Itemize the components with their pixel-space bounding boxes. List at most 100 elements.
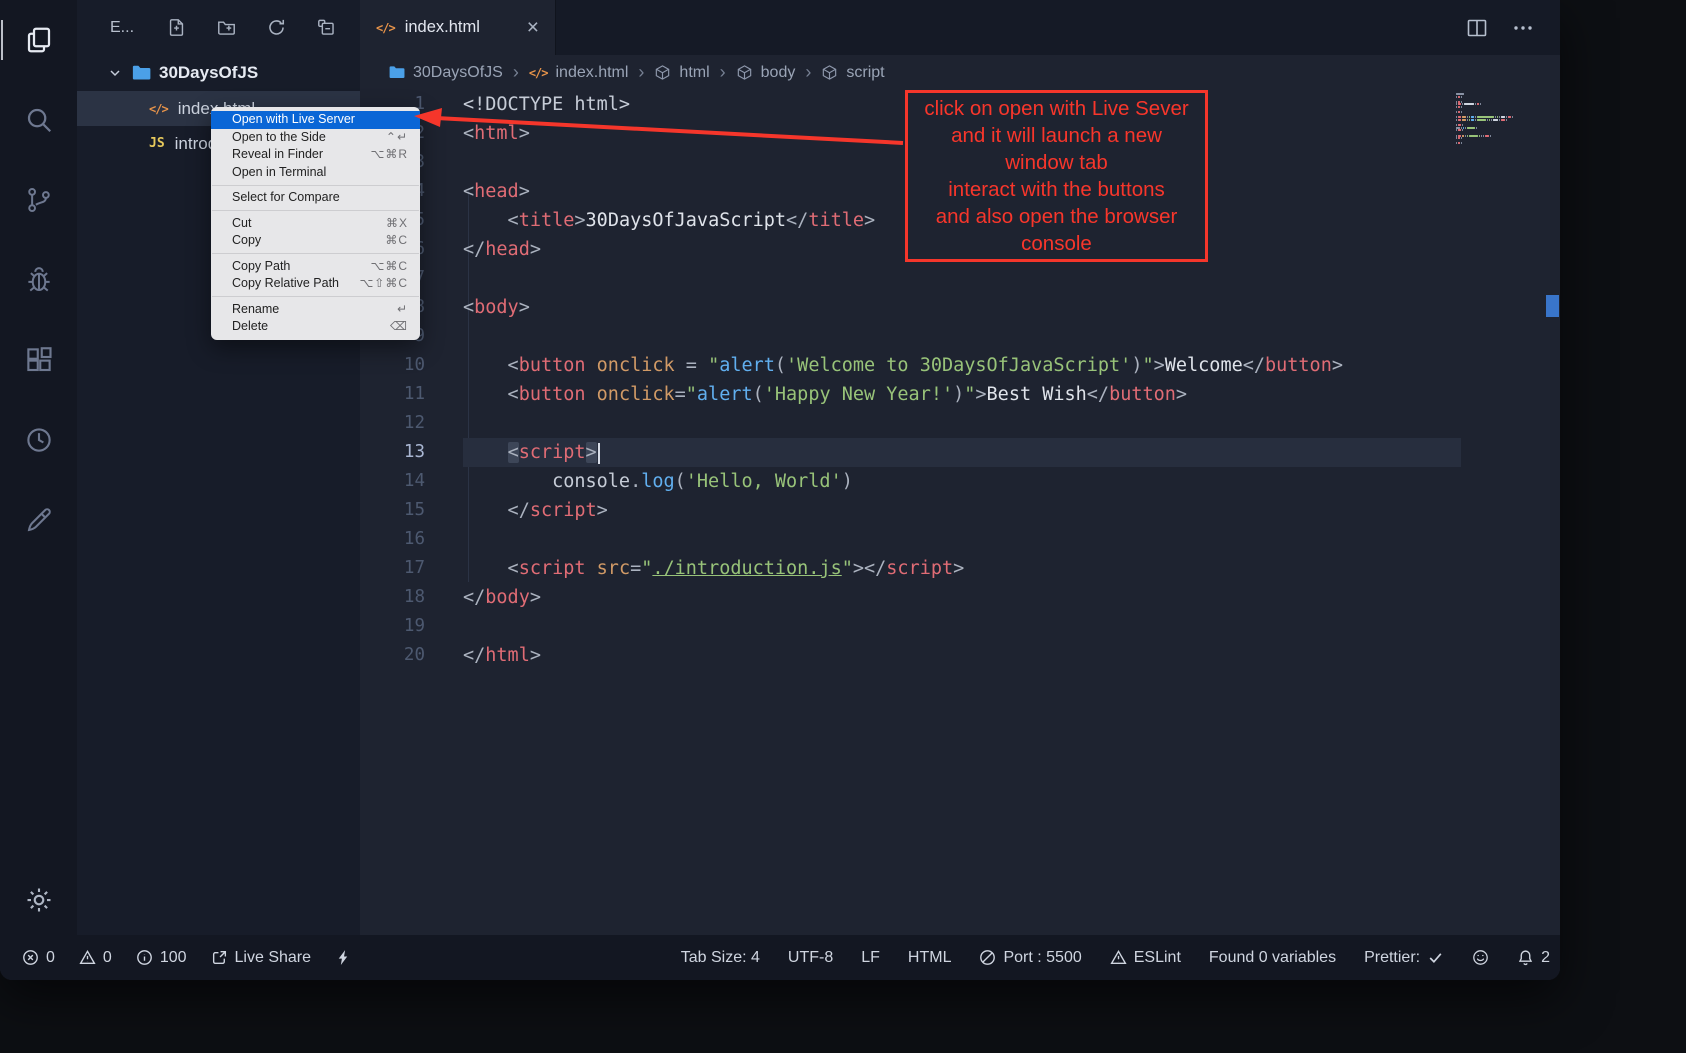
code-line[interactable]: 10 <button onclick = "alert('Welcome to … [360,351,1560,380]
code-line[interactable]: 12 [360,409,1560,438]
html-file-icon: </> [529,66,548,80]
menu-item-shortcut: ⌃↵ [386,130,408,146]
annotation-text-line: and also open the browser [912,203,1201,230]
line-number: 19 [360,612,425,641]
code-line[interactable]: 8<body> [360,293,1560,322]
status-item-eslint[interactable]: ESLint [1110,949,1181,967]
code-text: </html> [463,641,541,670]
status-item-lf[interactable]: LF [861,949,880,967]
tab-index-html[interactable]: </> index.html × [360,0,556,55]
bell-icon [1517,949,1534,966]
status-label: UTF-8 [788,949,833,967]
more-actions-icon[interactable] [1510,15,1536,41]
menu-item-delete[interactable]: Delete⌫ [211,318,420,336]
minimap[interactable] [1456,93,1544,145]
new-folder-button[interactable] [214,16,238,40]
code-line[interactable]: 15 </script> [360,496,1560,525]
folder-icon [388,64,405,81]
activitybar-item-remote[interactable] [11,412,67,468]
line-number: 14 [360,467,425,496]
menu-item-rename[interactable]: Rename↵ [211,301,420,319]
error-icon [22,949,39,966]
status-item-tab-size-4[interactable]: Tab Size: 4 [681,949,760,967]
status-item-port-5500[interactable]: Port : 5500 [979,949,1081,967]
status-item-0[interactable]: 0 [22,949,55,967]
tab-close-icon[interactable]: × [527,17,539,38]
menu-item-label: Copy Path [232,259,290,275]
breadcrumb-label: html [679,64,709,82]
code-line[interactable]: 17 <script src="./introduction.js"></scr… [360,554,1560,583]
line-number: 10 [360,351,425,380]
eslint-icon [1110,949,1127,966]
status-item-utf-8[interactable]: UTF-8 [788,949,833,967]
explorer-header: E... [77,0,360,55]
status-item-live-share[interactable]: Live Share [211,949,312,967]
breadcrumb-script[interactable]: script [821,64,884,82]
activitybar-item-debug[interactable] [11,252,67,308]
code-text: <button onclick="alert('Happy New Year!'… [463,380,1187,409]
menu-item-label: Reveal in Finder [232,147,323,163]
activity-bar-top [11,12,67,572]
split-editor-icon[interactable] [1464,15,1490,41]
status-item-prettier[interactable]: Prettier: [1364,949,1444,967]
status-item-2[interactable]: 2 [1517,949,1550,967]
activitybar-item-search[interactable] [11,92,67,148]
breadcrumb-index-html[interactable]: </>index.html [529,64,629,82]
menu-item-copy-path[interactable]: Copy Path⌥⌘C [211,258,420,276]
activitybar-item-extensions[interactable] [11,332,67,388]
menu-item-copy-relative-path[interactable]: Copy Relative Path⌥⇧⌘C [211,275,420,293]
status-bar-right: Tab Size: 4 UTF-8 LF HTML Port : 5500 ESLint F… [681,949,1550,967]
overview-ruler-cursor-marker [1546,295,1559,317]
code-line[interactable]: 14 console.log('Hello, World') [360,467,1560,496]
menu-item-reveal-in-finder[interactable]: Reveal in Finder⌥⌘R [211,146,420,164]
code-line[interactable]: 16 [360,525,1560,554]
status-item-smiley[interactable] [1472,949,1489,966]
status-item-html[interactable]: HTML [908,949,952,967]
code-line[interactable]: 13 <script> [360,438,1560,467]
refresh-button[interactable] [264,16,288,40]
code-line[interactable]: 20</html> [360,641,1560,670]
activity-bar [0,0,77,935]
menu-item-select-for-compare[interactable]: Select for Compare [211,189,420,207]
code-line[interactable]: 18</body> [360,583,1560,612]
status-item-100[interactable]: 100 [136,949,187,967]
menu-item-open-to-the-side[interactable]: Open to the Side⌃↵ [211,129,420,147]
breadcrumb-30daysofjs[interactable]: 30DaysOfJS [388,64,503,82]
activitybar-item-explorer[interactable] [11,12,67,68]
code-line[interactable]: 9 [360,322,1560,351]
menu-separator [212,296,419,297]
activitybar-item-pen[interactable] [11,492,67,548]
status-label: Tab Size: 4 [681,949,760,967]
menu-item-label: Rename [232,302,279,318]
status-label: HTML [908,949,952,967]
status-label: LF [861,949,880,967]
status-item-bolt[interactable] [335,949,352,966]
menu-item-cut[interactable]: Cut⌘X [211,215,420,233]
status-item-found-0-variables[interactable]: Found 0 variables [1209,949,1336,967]
breadcrumb-html[interactable]: html [654,64,709,82]
breadcrumb-body[interactable]: body [736,64,796,82]
line-number: 12 [360,409,425,438]
activitybar-item-settings[interactable] [11,872,67,928]
code-text: <button onclick = "alert('Welcome to 30D… [463,351,1343,380]
line-number: 15 [360,496,425,525]
new-file-button[interactable] [164,16,188,40]
code-line[interactable]: 7 [360,264,1560,293]
js-file-icon: JS [149,136,165,151]
activity-bar-bottom [11,872,67,928]
folder-row-30daysofjs[interactable]: 30DaysOfJS [77,55,360,91]
code-text: </body> [463,583,541,612]
menu-item-copy[interactable]: Copy⌘C [211,232,420,250]
code-line[interactable]: 11 <button onclick="alert('Happy New Yea… [360,380,1560,409]
breadcrumb-label: script [846,64,884,82]
menu-item-label: Delete [232,319,268,335]
annotation-text-line: click on open with Live Sever [912,95,1201,122]
activitybar-item-source-control[interactable] [11,172,67,228]
status-item-0[interactable]: 0 [79,949,112,967]
collapse-all-button[interactable] [314,16,338,40]
menu-item-open-with-live-server[interactable]: Open with Live Server [211,111,420,129]
breadcrumb-separator: › [513,62,519,83]
code-line[interactable]: 19 [360,612,1560,641]
menu-item-open-in-terminal[interactable]: Open in Terminal [211,164,420,182]
status-label: ESLint [1134,949,1181,967]
